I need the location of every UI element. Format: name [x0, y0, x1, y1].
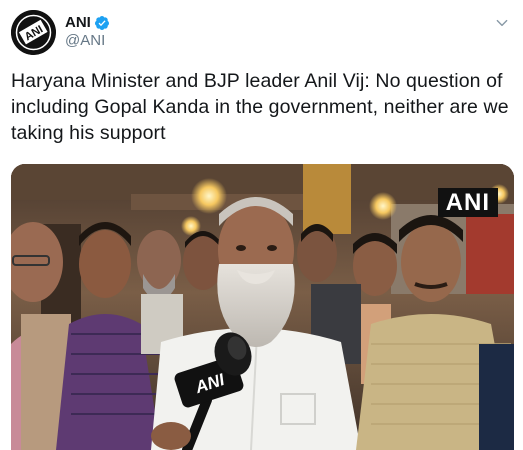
account-names: ANI @ANI [65, 14, 110, 50]
chevron-down-icon [496, 19, 508, 27]
tweet-text: Haryana Minister and BJP leader Anil Vij… [11, 70, 509, 144]
display-name[interactable]: ANI [65, 14, 91, 32]
avatar[interactable]: ANI [11, 9, 56, 55]
tweet-header: ANI ANI @ANI [11, 8, 512, 56]
ani-logo-icon: ANI [11, 9, 56, 55]
verified-badge-icon [94, 15, 110, 31]
media-watermark: ANI [437, 188, 498, 217]
account-handle[interactable]: @ANI [65, 32, 110, 50]
tweet-menu-button[interactable] [493, 14, 511, 32]
tweet-media-photo[interactable]: ANI ANI [11, 164, 514, 450]
